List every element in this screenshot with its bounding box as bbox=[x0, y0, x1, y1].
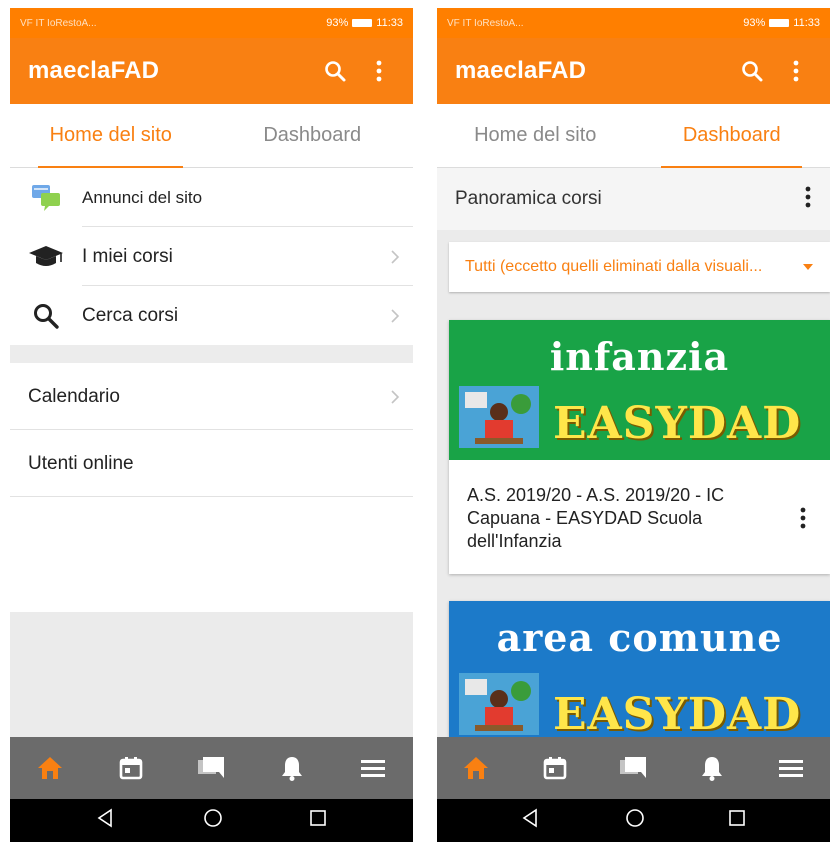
home-circle-icon[interactable] bbox=[625, 808, 645, 833]
app-bar: maeclaFAD bbox=[10, 38, 413, 104]
system-nav-bar bbox=[10, 799, 413, 842]
bell-icon[interactable] bbox=[268, 744, 316, 792]
banner-heading: infanzia bbox=[549, 334, 730, 379]
calendar-icon[interactable] bbox=[107, 744, 155, 792]
carrier-name: VF IT IoRestoA... bbox=[447, 17, 524, 29]
status-bar: VF IT IoRestoA... 93% 11:33 bbox=[10, 8, 413, 38]
section-title: Panoramica corsi bbox=[455, 188, 602, 209]
phone-dashboard-screen: VF IT IoRestoA... 93% 11:33 maeclaFAD Ho… bbox=[437, 8, 830, 842]
kid-at-computer-illustration bbox=[459, 386, 539, 448]
forum-icon bbox=[10, 184, 82, 212]
menu-icon[interactable] bbox=[767, 744, 815, 792]
kid-at-computer-illustration bbox=[459, 673, 539, 735]
battery-percent: 93% bbox=[326, 17, 349, 29]
bottom-nav bbox=[437, 737, 830, 799]
dropdown-arrow-icon bbox=[802, 258, 814, 276]
home-icon[interactable] bbox=[452, 744, 500, 792]
menu-icon[interactable] bbox=[349, 744, 397, 792]
chevron-right-icon bbox=[377, 389, 413, 405]
messages-icon[interactable] bbox=[609, 744, 657, 792]
back-icon[interactable] bbox=[521, 808, 541, 833]
app-bar: maeclaFAD bbox=[437, 38, 830, 104]
tab-home-del-sito[interactable]: Home del sito bbox=[437, 104, 634, 167]
more-options-icon[interactable] bbox=[780, 55, 812, 87]
more-options-icon[interactable] bbox=[804, 185, 812, 214]
clock: 11:33 bbox=[793, 17, 820, 29]
bottom-nav bbox=[10, 737, 413, 799]
banner-brand: EASYDAD bbox=[553, 689, 802, 740]
list-item-i-miei-corsi[interactable]: I miei corsi bbox=[10, 227, 413, 286]
recents-icon[interactable] bbox=[309, 809, 327, 832]
list-item-label: Cerca corsi bbox=[82, 304, 179, 326]
calendar-icon[interactable] bbox=[531, 744, 579, 792]
banner-brand: EASYDAD bbox=[553, 398, 802, 449]
section-divider bbox=[10, 345, 413, 363]
chevron-right-icon bbox=[377, 249, 413, 265]
more-options-icon[interactable] bbox=[363, 55, 395, 87]
site-menu-list: Annunci del sito I miei corsi Cerca cors… bbox=[10, 168, 413, 497]
bell-icon[interactable] bbox=[688, 744, 736, 792]
battery-icon bbox=[769, 19, 790, 27]
banner-heading: area comune bbox=[496, 615, 783, 660]
list-item-utenti-online[interactable]: Utenti online bbox=[10, 430, 413, 497]
status-bar: VF IT IoRestoA... 93% 11:33 bbox=[437, 8, 830, 38]
search-icon bbox=[10, 302, 82, 330]
app-title: maeclaFAD bbox=[28, 57, 160, 84]
clock: 11:33 bbox=[376, 17, 403, 29]
more-options-icon[interactable] bbox=[792, 484, 814, 553]
battery-percent: 93% bbox=[743, 17, 766, 29]
course-card[interactable]: infanzia EASYDAD A.S. 2019/20 - A.S. 201… bbox=[449, 320, 830, 574]
list-item-calendario[interactable]: Calendario bbox=[10, 363, 413, 430]
list-item-cerca-corsi[interactable]: Cerca corsi bbox=[10, 286, 413, 345]
system-nav-bar bbox=[437, 799, 830, 842]
list-item-label: Calendario bbox=[28, 385, 120, 407]
search-icon[interactable] bbox=[736, 55, 768, 87]
tab-home-del-sito[interactable]: Home del sito bbox=[10, 104, 212, 168]
home-icon[interactable] bbox=[26, 744, 74, 792]
messages-icon[interactable] bbox=[187, 744, 235, 792]
back-icon[interactable] bbox=[96, 808, 116, 833]
recents-icon[interactable] bbox=[728, 809, 746, 832]
list-item-label: Utenti online bbox=[28, 452, 134, 474]
phone-home-screen: VF IT IoRestoA... 93% 11:33 maeclaFAD Ho… bbox=[10, 8, 413, 842]
course-filter-select[interactable]: Tutti (eccetto quelli eliminati dalla vi… bbox=[449, 242, 830, 292]
search-icon[interactable] bbox=[319, 55, 351, 87]
course-title[interactable]: A.S. 2019/20 - A.S. 2019/20 - IC Capuana… bbox=[467, 484, 792, 553]
home-circle-icon[interactable] bbox=[203, 808, 223, 833]
tab-bar: Home del sito Dashboard bbox=[437, 104, 830, 168]
course-banner-image: infanzia EASYDAD bbox=[449, 320, 830, 460]
battery-icon bbox=[352, 19, 373, 27]
chevron-right-icon bbox=[377, 308, 413, 324]
tab-bar: Home del sito Dashboard bbox=[10, 104, 413, 168]
list-item-annunci[interactable]: Annunci del sito bbox=[10, 168, 413, 227]
list-item-label: I miei corsi bbox=[82, 245, 173, 267]
graduation-cap-icon bbox=[10, 244, 82, 270]
empty-area bbox=[10, 612, 413, 737]
tab-dashboard[interactable]: Dashboard bbox=[212, 104, 414, 167]
app-title: maeclaFAD bbox=[455, 57, 587, 84]
filter-selected-value: Tutti (eccetto quelli eliminati dalla vi… bbox=[465, 258, 763, 275]
tab-dashboard[interactable]: Dashboard bbox=[634, 104, 830, 168]
course-overview-header: Panoramica corsi bbox=[437, 168, 830, 230]
list-item-label: Annunci del sito bbox=[82, 187, 203, 207]
carrier-name: VF IT IoRestoA... bbox=[20, 17, 97, 29]
